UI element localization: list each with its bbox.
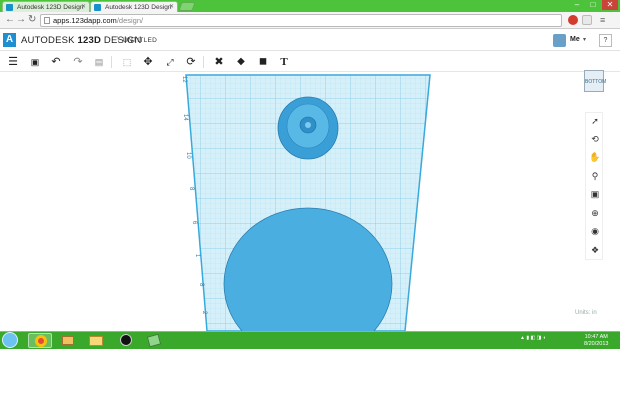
explorer-taskbar-icon[interactable] bbox=[84, 333, 108, 348]
fit-view-icon[interactable]: ▣ bbox=[589, 188, 601, 200]
chevron-down-icon: ▾ bbox=[583, 37, 587, 43]
scale-icon[interactable]: ⤢ bbox=[163, 55, 177, 69]
new-tab-button[interactable] bbox=[178, 2, 196, 11]
ruler-label: 14 bbox=[182, 114, 188, 121]
tab-title: Autodesk 123D Design bbox=[17, 4, 84, 11]
clock-time: 10:47 AM bbox=[584, 334, 608, 340]
hp-logo-icon bbox=[120, 334, 132, 346]
zoom-icon[interactable]: ⚲ bbox=[589, 170, 601, 182]
visibility-eye-icon[interactable]: ◉ bbox=[589, 225, 601, 237]
url-path: /design/ bbox=[116, 16, 144, 25]
browser-address-bar: ← → ↻ apps.123dapp.com/design/ ≡ bbox=[0, 12, 620, 29]
main-toolbar: ☰ ▣ ↶ ↷ ▤ ⬚ ✥ ⤢ ⟳ ✖ ◆ ◼ T bbox=[0, 52, 620, 72]
primitives-icon[interactable]: ◆ bbox=[234, 55, 248, 69]
title-separator: \ bbox=[117, 35, 120, 44]
redo-icon[interactable]: ↷ bbox=[71, 55, 85, 69]
workplane[interactable]: 12 14 10 8 6 1 8 2 bbox=[0, 73, 620, 331]
app-header: A AUTODESK 123D DESIGN \ UNTITLED Me ▾ ? bbox=[0, 30, 620, 51]
browser-tab-2[interactable]: Autodesk 123D Design ✕ bbox=[90, 1, 178, 12]
mail-icon bbox=[62, 336, 74, 345]
ruler-label: 10 bbox=[185, 152, 191, 159]
url-field[interactable]: apps.123dapp.com/design/ bbox=[40, 14, 562, 27]
system-tray-icons[interactable]: ▲ ▮ ◧ ◨ ◖ bbox=[520, 335, 546, 341]
ruler-label-top: 12 bbox=[181, 76, 187, 83]
view-cube[interactable]: BOTTOM bbox=[584, 70, 606, 92]
modify-icon[interactable]: ✖ bbox=[212, 55, 226, 69]
combine-icon[interactable]: ◼ bbox=[256, 55, 270, 69]
system-clock[interactable]: 10:47 AM 8/20/2013 bbox=[584, 334, 608, 348]
toolbar-divider bbox=[203, 56, 204, 68]
browser-tab-1[interactable]: Autodesk 123D Design ✕ bbox=[2, 1, 90, 12]
clipboard-icon[interactable]: ▤ bbox=[92, 55, 106, 69]
extension-icon[interactable] bbox=[568, 15, 578, 25]
app-icon bbox=[146, 333, 162, 348]
tab-title: Autodesk 123D Design bbox=[105, 4, 172, 11]
undo-icon[interactable]: ↶ bbox=[49, 55, 63, 69]
close-tab-icon[interactable]: ✕ bbox=[81, 2, 86, 12]
zoom-selected-icon[interactable]: ⊕ bbox=[589, 207, 601, 219]
user-menu[interactable]: Me ▾ bbox=[553, 34, 593, 47]
maximize-button[interactable]: □ bbox=[586, 0, 600, 10]
close-window-button[interactable]: ✕ bbox=[602, 0, 618, 10]
clock-date: 8/20/2013 bbox=[584, 341, 609, 347]
menu-icon[interactable]: ☰ bbox=[6, 55, 20, 69]
browser-tab-strip: Autodesk 123D Design ✕ Autodesk 123D Des… bbox=[0, 0, 620, 12]
design-canvas[interactable]: 12 14 10 8 6 1 8 2 bbox=[0, 73, 620, 331]
pan-hand-icon[interactable]: ✋ bbox=[589, 151, 601, 163]
chrome-menu-icon[interactable]: ≡ bbox=[600, 14, 605, 26]
gmail-icon[interactable] bbox=[582, 15, 592, 25]
select-icon[interactable]: ⬚ bbox=[120, 55, 134, 69]
autodesk-favicon-icon bbox=[94, 4, 101, 11]
screen: Autodesk 123D Design ✕ Autodesk 123D Des… bbox=[0, 0, 620, 349]
toolbar-divider bbox=[111, 56, 112, 68]
mail-taskbar-icon[interactable] bbox=[56, 333, 80, 348]
autodesk-logo-icon: A bbox=[3, 33, 16, 47]
folder-icon bbox=[89, 336, 103, 346]
forward-arrow-icon[interactable]: → bbox=[16, 14, 26, 26]
document-name[interactable]: UNTITLED bbox=[123, 37, 157, 44]
back-arrow-icon[interactable]: ← bbox=[5, 14, 15, 26]
windows-taskbar: ▲ ▮ ◧ ◨ ◖ 10:47 AM 8/20/2013 bbox=[0, 331, 620, 349]
page-icon bbox=[44, 17, 50, 24]
orbit-icon[interactable]: ⟲ bbox=[589, 133, 601, 145]
navigation-toolbar: ➚ ⟲ ✋ ⚲ ▣ ⊕ ◉ ❖ bbox=[585, 112, 603, 260]
material-icon[interactable]: ❖ bbox=[589, 244, 601, 256]
avatar bbox=[553, 34, 566, 47]
cylinder-small-center-shape bbox=[305, 122, 311, 128]
reload-icon[interactable]: ↻ bbox=[28, 14, 36, 26]
ruler-label: 8 bbox=[188, 187, 194, 191]
save-icon[interactable]: ▣ bbox=[28, 55, 42, 69]
minimize-button[interactable]: – bbox=[570, 0, 584, 10]
units-label[interactable]: Units: in bbox=[575, 310, 597, 316]
brand-autodesk: AUTODESK bbox=[21, 35, 75, 46]
help-button[interactable]: ? bbox=[599, 34, 612, 47]
ruler-label: 6 bbox=[191, 221, 197, 225]
user-name: Me bbox=[570, 36, 580, 43]
move-icon[interactable]: ✥ bbox=[141, 55, 155, 69]
rotate-icon[interactable]: ⟳ bbox=[184, 55, 198, 69]
ruler-label: 1 bbox=[194, 254, 200, 258]
hp-taskbar-icon[interactable] bbox=[114, 333, 138, 348]
select-arrow-icon[interactable]: ➚ bbox=[589, 115, 601, 127]
chrome-taskbar-icon[interactable] bbox=[28, 333, 52, 348]
close-tab-icon[interactable]: ✕ bbox=[169, 2, 174, 12]
chrome-logo-icon bbox=[35, 335, 47, 347]
autodesk-favicon-icon bbox=[6, 4, 13, 11]
text-icon[interactable]: T bbox=[277, 55, 291, 69]
brand-product: 123D bbox=[77, 35, 102, 46]
app-taskbar-icon[interactable] bbox=[142, 333, 166, 348]
url-domain: apps.123dapp.com bbox=[53, 16, 117, 25]
windows-start-icon[interactable] bbox=[2, 332, 18, 348]
